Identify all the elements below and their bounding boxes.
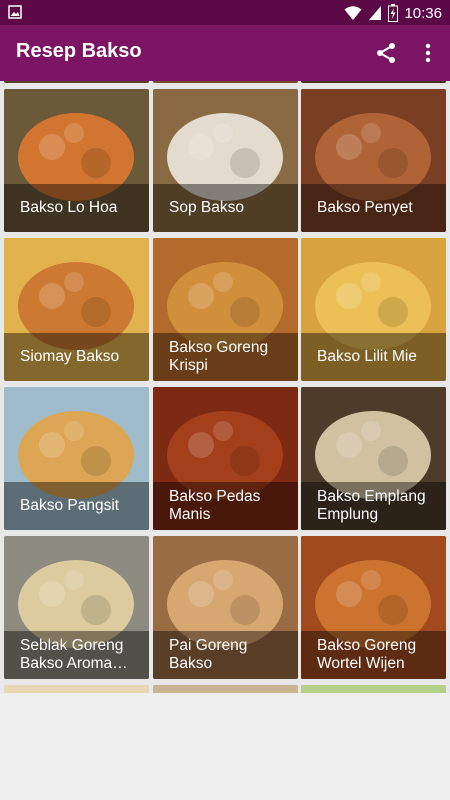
recipe-tile[interactable]: Bakso Pangsit — [4, 387, 149, 530]
recipe-tile[interactable]: Seblak Goreng Bakso Aroma… — [4, 536, 149, 679]
wifi-icon — [344, 6, 362, 20]
recipe-title: Seblak Goreng Bakso Aroma… — [4, 631, 149, 679]
share-icon[interactable] — [374, 41, 398, 65]
recipe-tile[interactable]: Bakso Lo Hoa — [4, 89, 149, 232]
recipe-title: Bakso Pangsit — [4, 482, 149, 530]
recipe-title: Bakso Pedas Manis — [153, 482, 298, 530]
recipe-title: Sop Bakso — [153, 184, 298, 232]
recipe-grid[interactable]: Bakso Lo Hoa Sop Bakso Bakso Penyet Siomay … — [0, 81, 450, 693]
partial-tile-bottom — [153, 685, 298, 693]
recipe-tile[interactable]: Bakso Goreng Krispi — [153, 238, 298, 381]
app-bar: Resep Bakso — [0, 25, 450, 81]
recipe-tile[interactable]: Siomay Bakso — [4, 238, 149, 381]
partial-tile-bottom — [4, 685, 149, 693]
status-bar: 10:36 — [0, 0, 450, 25]
signal-icon — [369, 6, 382, 20]
recipe-tile[interactable]: Bakso Lilit Mie — [301, 238, 446, 381]
recipe-title: Bakso Goreng Wortel Wijen — [301, 631, 446, 679]
partial-tile-top — [301, 81, 446, 83]
more-options-icon[interactable] — [418, 41, 438, 65]
recipe-title: Pai Goreng Bakso — [153, 631, 298, 679]
recipe-title: Bakso Emplang Emplung — [301, 482, 446, 530]
recipe-tile[interactable]: Bakso Emplang Emplung — [301, 387, 446, 530]
recipe-title: Bakso Penyet — [301, 184, 446, 232]
gallery-notification-icon — [8, 5, 22, 19]
partial-tile-top — [4, 81, 149, 83]
recipe-tile[interactable]: Bakso Penyet — [301, 89, 446, 232]
recipe-title: Bakso Lilit Mie — [301, 333, 446, 381]
recipe-tile[interactable]: Pai Goreng Bakso — [153, 536, 298, 679]
partial-tile-bottom — [301, 685, 446, 693]
status-time: 10:36 — [404, 4, 442, 22]
partial-tile-top — [153, 81, 298, 83]
battery-icon — [388, 4, 399, 22]
recipe-title: Siomay Bakso — [4, 333, 149, 381]
recipe-title: Bakso Lo Hoa — [4, 184, 149, 232]
recipe-tile[interactable]: Bakso Goreng Wortel Wijen — [301, 536, 446, 679]
recipe-tile[interactable]: Sop Bakso — [153, 89, 298, 232]
recipe-title: Bakso Goreng Krispi — [153, 333, 298, 381]
recipe-tile[interactable]: Bakso Pedas Manis — [153, 387, 298, 530]
app-title: Resep Bakso — [16, 40, 142, 62]
